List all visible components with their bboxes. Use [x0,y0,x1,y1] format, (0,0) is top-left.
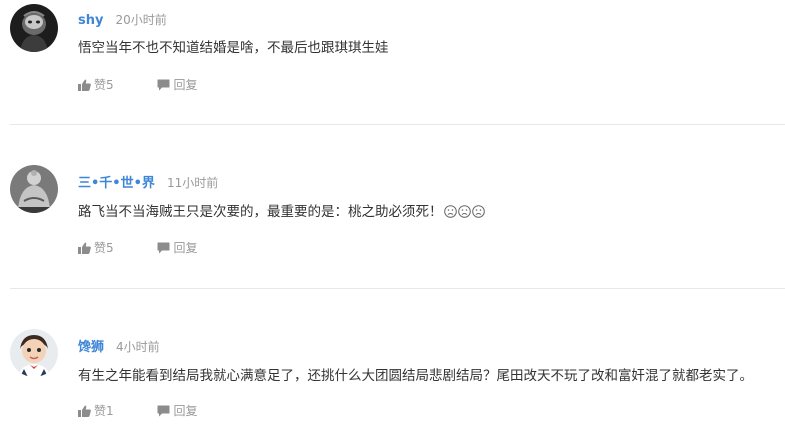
comment-time: 11小时前 [166,176,219,190]
thumbs-up-icon [78,79,91,91]
comment-text: 路飞当不当海贼王只是次要的，最重要的是：桃之助必须死！ [78,203,485,221]
comment-bubble-icon [157,79,170,91]
reply-button[interactable]: 回复 [157,77,197,93]
avatar-baby-boy-icon [10,329,58,377]
thumbs-up-icon [78,242,91,254]
like-count: 赞5 [94,78,114,92]
comment-text-body: 路飞当不当海贼王只是次要的，最重要的是：桃之助必须死！ [78,204,443,220]
reply-button[interactable]: 回复 [157,240,197,256]
thumbs-up-icon [78,405,91,417]
avatar-buddha-icon [10,165,58,213]
like-count: 赞1 [94,404,114,418]
comment-time: 20小时前 [115,13,167,27]
reply-button[interactable]: 回复 [157,403,197,419]
user-avatar[interactable] [10,4,58,52]
user-avatar[interactable] [10,165,58,213]
comment-divider [10,124,785,125]
comment-text: 有生之年能看到结局我就心满意足了，还挑什么大团圆结局悲剧结局？尾田改天不玩了改和… [78,368,753,384]
comment-time: 4小时前 [116,340,160,354]
sad-face-emoji [471,205,485,218]
username[interactable]: 馋狮 [78,340,104,355]
username[interactable]: 三•千•世•界 [78,176,155,191]
comment-divider [10,288,785,289]
user-avatar[interactable] [10,329,58,377]
comment-bubble-icon [157,242,170,254]
avatar-monkey-king-icon [10,4,58,52]
like-button[interactable]: 赞5 [78,77,114,93]
reply-label: 回复 [173,404,198,418]
sad-face-emoji [443,205,457,218]
comment-bubble-icon [157,405,170,417]
like-button[interactable]: 赞5 [78,240,114,256]
like-button[interactable]: 赞1 [78,403,114,419]
sad-face-emoji [457,205,471,218]
reply-label: 回复 [173,241,198,255]
comment-text: 悟空当年不也不知道结婚是啥，不最后也跟琪琪生娃 [78,40,389,56]
reply-label: 回复 [173,78,198,92]
username[interactable]: shy [78,13,103,28]
like-count: 赞5 [94,241,114,255]
